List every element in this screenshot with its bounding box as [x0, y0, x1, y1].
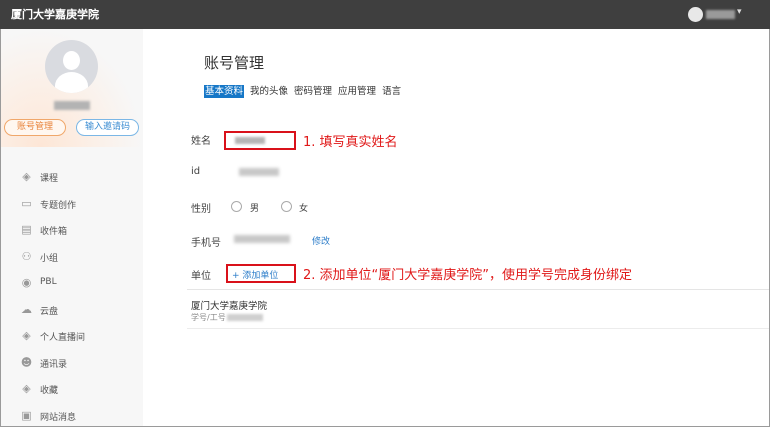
- sidebar-item-contacts[interactable]: ☻ 通讯录: [1, 349, 143, 376]
- account-management-button[interactable]: 账号管理: [4, 119, 66, 136]
- enter-invite-code-button[interactable]: 输入邀请码: [76, 119, 139, 136]
- annotation-step2: 2. 添加单位“厦门大学嘉庚学院”，使用学号完成身份绑定: [303, 264, 632, 283]
- avatar-head-shape: [63, 51, 80, 70]
- user-avatar[interactable]: [688, 7, 703, 22]
- favorite-icon: ◈: [20, 382, 33, 395]
- unit-label: 单位: [191, 267, 211, 282]
- gender-female-label: 女: [299, 201, 308, 214]
- sidebar-item-label: 收藏: [40, 383, 58, 396]
- page-title: 账号管理: [204, 52, 264, 73]
- gender-male-label: 男: [250, 201, 259, 214]
- sidebar-item-label: 收件箱: [40, 224, 67, 237]
- unit-id-label: 学号/工号: [191, 312, 226, 323]
- contacts-icon: ☻: [20, 356, 33, 369]
- sidebar-item-cloud[interactable]: ☁ 云盘: [1, 296, 143, 323]
- sidebar-item-pbl[interactable]: ◉ PBL: [1, 269, 143, 296]
- annotation-step1: 1. 填写真实姓名: [303, 131, 398, 150]
- course-icon: ◈: [20, 170, 33, 183]
- id-value-redacted: [239, 168, 279, 176]
- brand-title[interactable]: 厦门大学嘉庚学院: [11, 6, 99, 22]
- sidebar-item-label: 专题创作: [40, 198, 76, 211]
- tab-password[interactable]: 密码管理: [294, 85, 332, 98]
- sidebar-item-label: 云盘: [40, 304, 58, 317]
- tab-bar: 基本资料 我的头像 密码管理 应用管理 语言: [204, 85, 407, 98]
- pbl-icon: ◉: [20, 276, 33, 289]
- id-label: id: [191, 166, 200, 177]
- cloud-icon: ☁: [20, 303, 33, 316]
- inbox-icon: ▤: [20, 223, 33, 236]
- sidebar-item-live[interactable]: ◈ 个人直播间: [1, 322, 143, 349]
- add-unit-label: + 添加单位: [232, 268, 278, 281]
- unit-name: 厦门大学嘉庚学院: [191, 298, 267, 312]
- top-bar: 厦门大学嘉庚学院 ▾: [0, 0, 770, 29]
- gender-label: 性别: [191, 200, 211, 215]
- sidebar-item-topic[interactable]: ▭ 专题创作: [1, 190, 143, 217]
- sidebar-item-favorites[interactable]: ◈ 收藏: [1, 375, 143, 402]
- sidebar-item-inbox[interactable]: ▤ 收件箱: [1, 216, 143, 243]
- sidebar-item-label: 小组: [40, 251, 58, 264]
- unit-id-redacted: [227, 314, 263, 321]
- sidebar-item-label: PBL: [40, 277, 57, 287]
- sidebar-menu: ◈ 课程 ▭ 专题创作 ▤ 收件箱 ⚇ 小组 ◉ PBL ☁ 云盘 ◈ 个人直播…: [1, 163, 143, 428]
- tab-language[interactable]: 语言: [382, 85, 401, 98]
- live-icon: ◈: [20, 329, 33, 342]
- sidebar-item-label: 通讯录: [40, 357, 67, 370]
- gender-male-radio[interactable]: [231, 201, 242, 212]
- tab-apps[interactable]: 应用管理: [338, 85, 376, 98]
- sidebar-item-label: 个人直播间: [40, 330, 85, 343]
- divider: [187, 289, 769, 290]
- tab-basic-info[interactable]: 基本资料: [204, 85, 244, 98]
- sidebar-item-messages[interactable]: ▣ 网站消息: [1, 402, 143, 428]
- group-icon: ⚇: [20, 250, 33, 263]
- tab-my-avatar[interactable]: 我的头像: [250, 85, 288, 98]
- profile-avatar[interactable]: [45, 40, 98, 93]
- add-unit-button[interactable]: + 添加单位: [226, 264, 296, 283]
- sidebar-item-label: 课程: [40, 171, 58, 184]
- chevron-down-icon[interactable]: ▾: [737, 7, 742, 17]
- user-name-redacted[interactable]: [706, 10, 735, 19]
- name-value-redacted: [235, 137, 265, 144]
- sidebar: 账号管理 输入邀请码 ◈ 课程 ▭ 专题创作 ▤ 收件箱 ⚇ 小组 ◉ PBL …: [1, 29, 143, 426]
- phone-label: 手机号: [191, 234, 221, 249]
- message-icon: ▣: [20, 409, 33, 422]
- profile-name-redacted: [54, 101, 90, 110]
- topic-icon: ▭: [20, 197, 33, 210]
- name-label: 姓名: [191, 132, 211, 147]
- phone-value-redacted: [234, 235, 290, 243]
- divider: [187, 328, 769, 329]
- avatar-body-shape: [55, 72, 88, 93]
- edit-phone-link[interactable]: 修改: [312, 234, 330, 247]
- sidebar-item-course[interactable]: ◈ 课程: [1, 163, 143, 190]
- gender-female-radio[interactable]: [281, 201, 292, 212]
- name-input-highlight[interactable]: [224, 131, 296, 150]
- sidebar-item-label: 网站消息: [40, 410, 76, 423]
- main-content: 账号管理 基本资料 我的头像 密码管理 应用管理 语言 姓名 1. 填写真实姓名…: [143, 29, 769, 426]
- sidebar-item-group[interactable]: ⚇ 小组: [1, 243, 143, 270]
